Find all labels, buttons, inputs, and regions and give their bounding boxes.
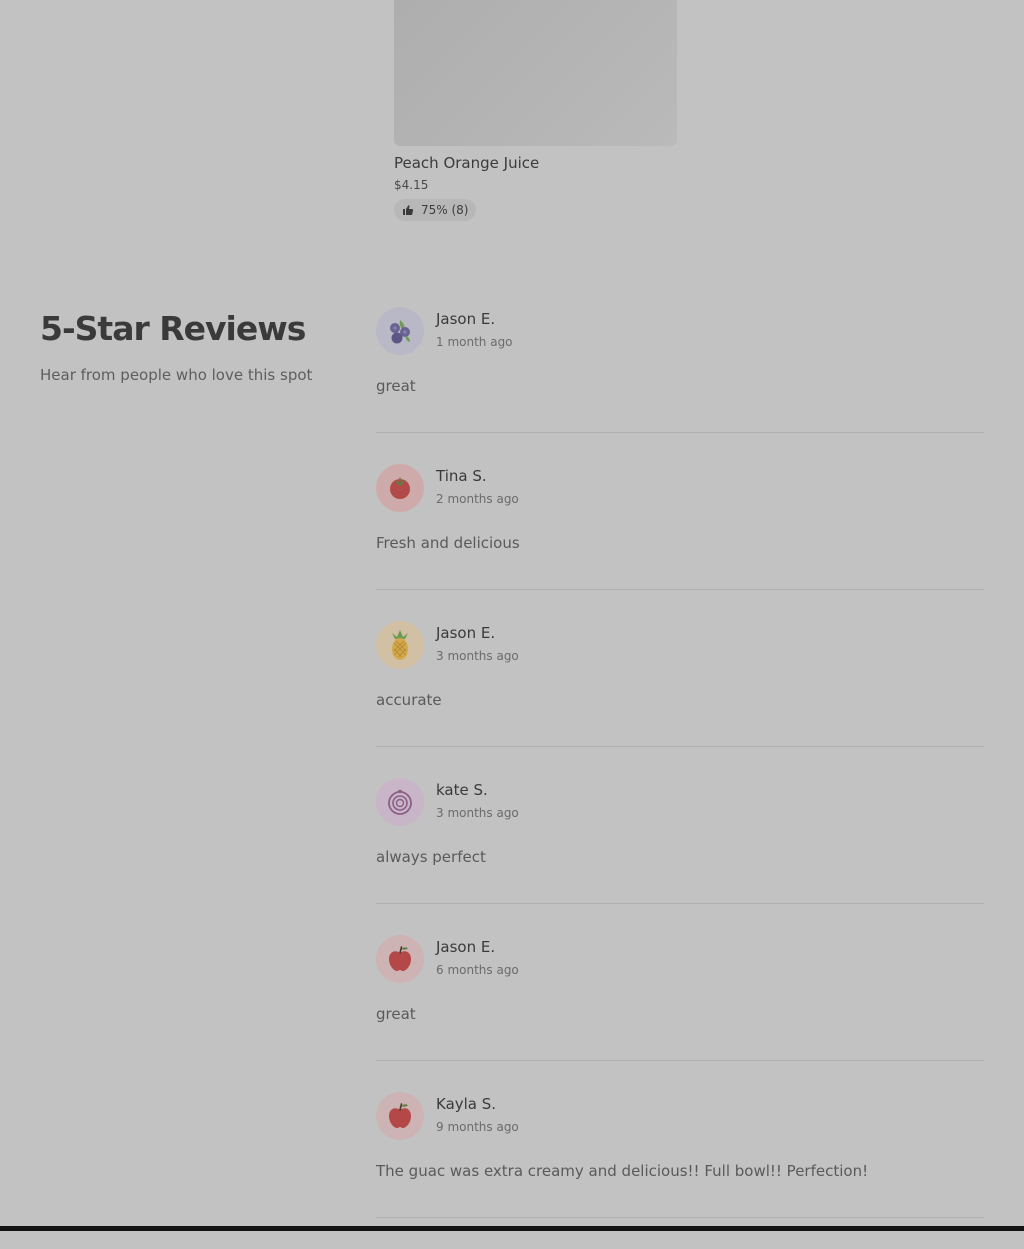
divider: [376, 903, 984, 904]
onion-icon: [376, 778, 424, 826]
review-item: Jason E. 6 months ago great: [376, 935, 984, 1092]
review-item: Jason E. 3 months ago accurate: [376, 621, 984, 778]
review-text: accurate: [376, 691, 442, 709]
product-image[interactable]: [394, 0, 677, 146]
thumbs-up-icon: [403, 205, 414, 216]
product-card[interactable]: Peach Orange Juice $4.15 75% (8): [394, 0, 677, 221]
divider: [376, 1217, 984, 1218]
review-text: always perfect: [376, 848, 486, 866]
review-date: 2 months ago: [436, 492, 519, 506]
rating-value: 75% (8): [421, 203, 469, 217]
reviewer-name: Jason E.: [436, 938, 496, 956]
review-date: 9 months ago: [436, 1120, 519, 1134]
review-item: kate S. 3 months ago always perfect: [376, 778, 984, 935]
bottom-bar: [0, 1226, 1024, 1231]
review-text: The guac was extra creamy and delicious!…: [376, 1162, 869, 1180]
divider: [376, 432, 984, 433]
reviewer-name: Jason E.: [436, 624, 496, 642]
rating-badge: 75% (8): [394, 199, 477, 221]
review-date: 1 month ago: [436, 335, 513, 349]
review-date: 3 months ago: [436, 806, 519, 820]
section-subtitle: Hear from people who love this spot: [40, 366, 313, 384]
tomato-icon: [376, 464, 424, 512]
divider: [376, 746, 984, 747]
review-date: 3 months ago: [436, 649, 519, 663]
divider: [376, 589, 984, 590]
review-item: Tina S. 2 months ago Fresh and delicious: [376, 464, 984, 621]
reviewer-name: kate S.: [436, 781, 488, 799]
reviewer-name: Tina S.: [436, 467, 487, 485]
reviewer-name: Jason E.: [436, 310, 496, 328]
section-title: 5-Star Reviews: [40, 309, 306, 348]
product-price: $4.15: [394, 178, 429, 192]
divider: [376, 1060, 984, 1061]
reviews-list: Jason E. 1 month ago great Tina S. 2 mon…: [376, 307, 984, 1249]
review-date: 6 months ago: [436, 963, 519, 977]
product-name[interactable]: Peach Orange Juice: [394, 152, 677, 174]
review-text: Fresh and delicious: [376, 534, 520, 552]
reviewer-name: Kayla S.: [436, 1095, 497, 1113]
apple-icon: [376, 1092, 424, 1140]
pineapple-icon: [376, 621, 424, 669]
review-text: great: [376, 1005, 416, 1023]
blueberries-icon: [376, 307, 424, 355]
review-text: great: [376, 377, 416, 395]
apple-icon: [376, 935, 424, 983]
review-item: Jason E. 1 month ago great: [376, 307, 984, 464]
